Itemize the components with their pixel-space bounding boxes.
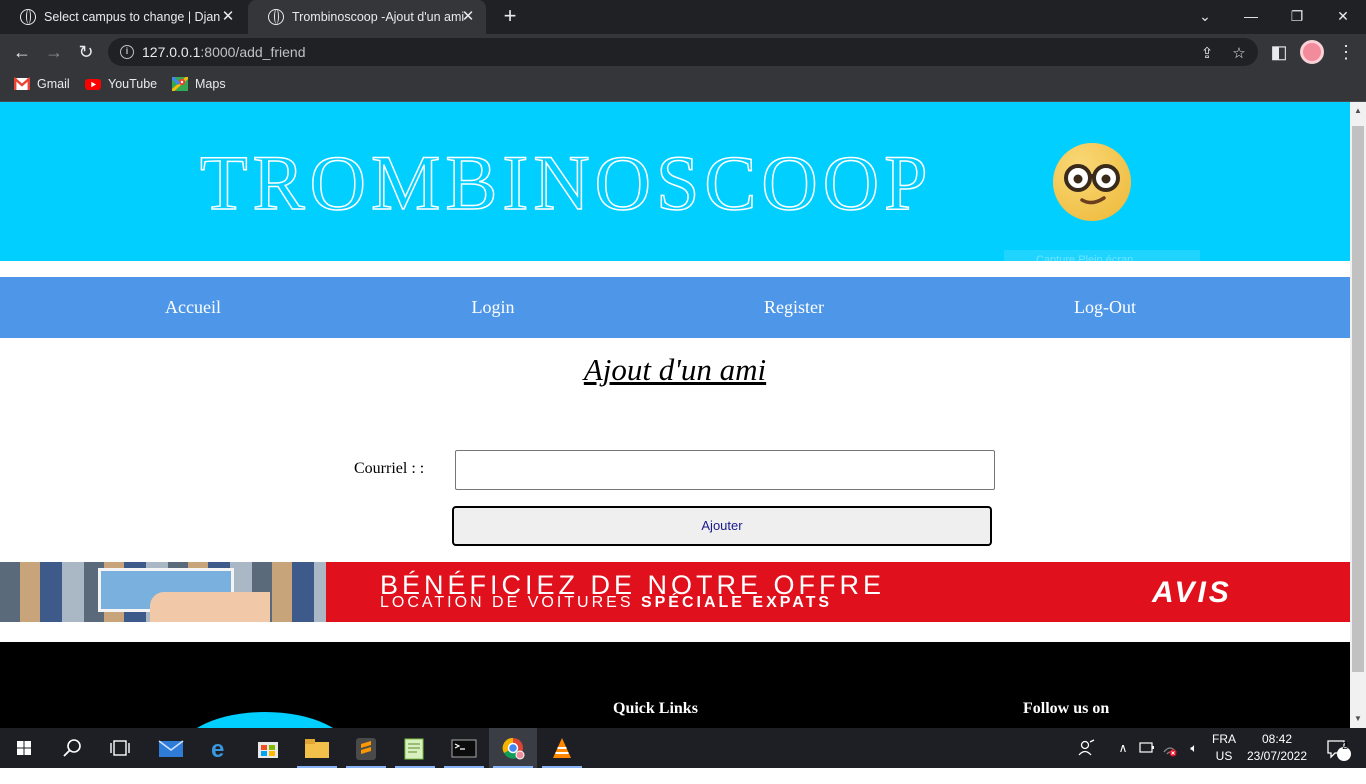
file-explorer-icon[interactable] [293, 728, 341, 768]
bookmark-label: Gmail [37, 77, 70, 91]
mail-icon[interactable] [147, 728, 195, 768]
globe-icon [20, 9, 36, 25]
email-label: Courriel : : [354, 460, 425, 477]
tab-title: Trombinoscoop -Ajout d'un ami [292, 10, 465, 24]
tab-trombinoscoop[interactable]: Trombinoscoop -Ajout d'un ami ✕ [248, 0, 486, 34]
chevron-up-icon[interactable]: ∧ [1113, 728, 1133, 768]
add-friend-button[interactable]: Ajouter [452, 506, 992, 546]
clock-time: 08:42 [1261, 732, 1293, 746]
restore-icon[interactable]: ❐ [1274, 0, 1320, 34]
terminal-icon[interactable] [440, 728, 488, 768]
scroll-up-icon[interactable]: ▲ [1354, 106, 1362, 115]
ad-photo-collage [0, 562, 326, 622]
nav-logout[interactable]: Log-Out [1015, 297, 1195, 318]
youtube-icon [85, 77, 101, 91]
web-page: TROMBINOSCOOP Capture Plein écran Accuei… [0, 102, 1350, 728]
bookmark-star-icon[interactable]: ☆ [1230, 44, 1248, 62]
bookmark-gmail[interactable]: Gmail [13, 77, 70, 91]
store-icon[interactable] [244, 728, 292, 768]
url-text[interactable]: 127.0.0.1:8000/add_friend [142, 44, 305, 60]
ad-subline: LOCATION DE VOITURES SPÉCIALE EXPATS [380, 594, 833, 611]
notification-center-icon[interactable]: 2 [1320, 728, 1354, 768]
task-view-icon[interactable] [96, 728, 144, 768]
vlc-icon[interactable] [538, 728, 586, 768]
system-clock[interactable]: 08:42 23/07/2022 [1244, 731, 1310, 765]
site-info-icon[interactable]: i [120, 45, 134, 59]
edge-icon[interactable]: e [196, 728, 244, 768]
site-navbar: Accueil Login Register Log-Out [0, 277, 1350, 338]
bookmarks-bar: Gmail YouTube Maps [0, 70, 1366, 102]
browser-toolbar: ← → ↻ i 127.0.0.1:8000/add_friend ⇪ ☆ ◧ … [0, 34, 1366, 70]
ad-hand-image [150, 592, 270, 622]
people-icon[interactable] [1076, 728, 1098, 768]
bookmark-label: Maps [195, 77, 226, 91]
globe-icon [268, 9, 284, 25]
tab-title: Select campus to change | Django [44, 10, 220, 24]
search-icon[interactable] [48, 728, 96, 768]
bookmark-label: YouTube [108, 77, 158, 91]
windows-taskbar: e ∧ 🔈︎ FRA US 08:42 23/07/2022 2 [0, 728, 1366, 768]
profile-avatar[interactable] [1300, 40, 1324, 64]
site-logo-text: TROMBINOSCOOP [199, 138, 933, 227]
close-tab-icon[interactable]: ✕ [220, 8, 236, 26]
address-bar[interactable]: i 127.0.0.1:8000/add_friend ⇪ ☆ [108, 38, 1258, 66]
share-icon[interactable]: ⇪ [1198, 44, 1216, 62]
gmail-icon [13, 77, 31, 91]
browser-tab-strip: Select campus to change | Django ✕ Tromb… [0, 0, 1366, 34]
nerd-face-emoji-icon [1053, 143, 1131, 221]
sublime-text-icon[interactable] [342, 728, 390, 768]
minimize-icon[interactable]: — [1228, 0, 1274, 34]
chrome-menu-icon[interactable]: ⋮ [1334, 40, 1358, 64]
tab-django-admin[interactable]: Select campus to change | Django ✕ [0, 0, 246, 34]
email-field[interactable] [455, 450, 995, 490]
nav-accueil[interactable]: Accueil [103, 297, 283, 318]
chrome-icon[interactable] [489, 728, 537, 768]
tab-search-icon[interactable]: ⌄ [1182, 0, 1228, 34]
back-arrow-icon[interactable]: ← [10, 40, 34, 64]
reload-icon[interactable]: ↻ [74, 40, 98, 64]
network-disconnected-icon[interactable] [1160, 728, 1180, 768]
battery-icon[interactable] [1137, 728, 1157, 768]
advertisement-banner[interactable]: BÉNÉFICIEZ DE NOTRE OFFRE LOCATION DE VO… [0, 562, 1350, 622]
bookmark-maps[interactable]: Maps [170, 75, 226, 93]
forward-arrow-icon[interactable]: → [42, 40, 66, 64]
nav-register[interactable]: Register [704, 297, 884, 318]
volume-icon[interactable]: 🔈︎ [1183, 728, 1205, 768]
maps-icon [170, 75, 189, 93]
side-panel-icon[interactable]: ◧ [1267, 40, 1291, 64]
close-tab-icon[interactable]: ✕ [460, 8, 476, 26]
nav-login[interactable]: Login [403, 297, 583, 318]
site-banner: TROMBINOSCOOP Capture Plein écran [0, 102, 1350, 270]
start-icon[interactable] [0, 728, 48, 768]
footer-quick-links-heading: Quick Links [613, 700, 698, 717]
clock-date: 23/07/2022 [1246, 749, 1308, 763]
notepad-plus-plus-icon[interactable] [391, 728, 439, 768]
avis-logo: AVIS [1152, 576, 1232, 609]
close-window-icon[interactable]: ✕ [1320, 0, 1366, 34]
page-scrollbar[interactable]: ▲ ▼ [1350, 102, 1366, 728]
bookmark-youtube[interactable]: YouTube [85, 77, 157, 91]
svg-text:e: e [211, 736, 224, 763]
scrollbar-thumb[interactable] [1352, 126, 1364, 672]
scroll-down-icon[interactable]: ▼ [1354, 714, 1362, 723]
site-footer: Quick Links Follow us on [0, 642, 1350, 728]
page-title: Ajout d'un ami [583, 352, 767, 387]
screen-capture-overlay: Capture Plein écran [1004, 250, 1200, 270]
footer-logo-shape [180, 712, 350, 728]
input-language-indicator[interactable]: FRA US [1212, 731, 1236, 765]
new-tab-button[interactable]: + [498, 5, 522, 29]
notification-count-badge: 2 [1342, 741, 1348, 752]
footer-follow-heading: Follow us on [1023, 700, 1110, 717]
